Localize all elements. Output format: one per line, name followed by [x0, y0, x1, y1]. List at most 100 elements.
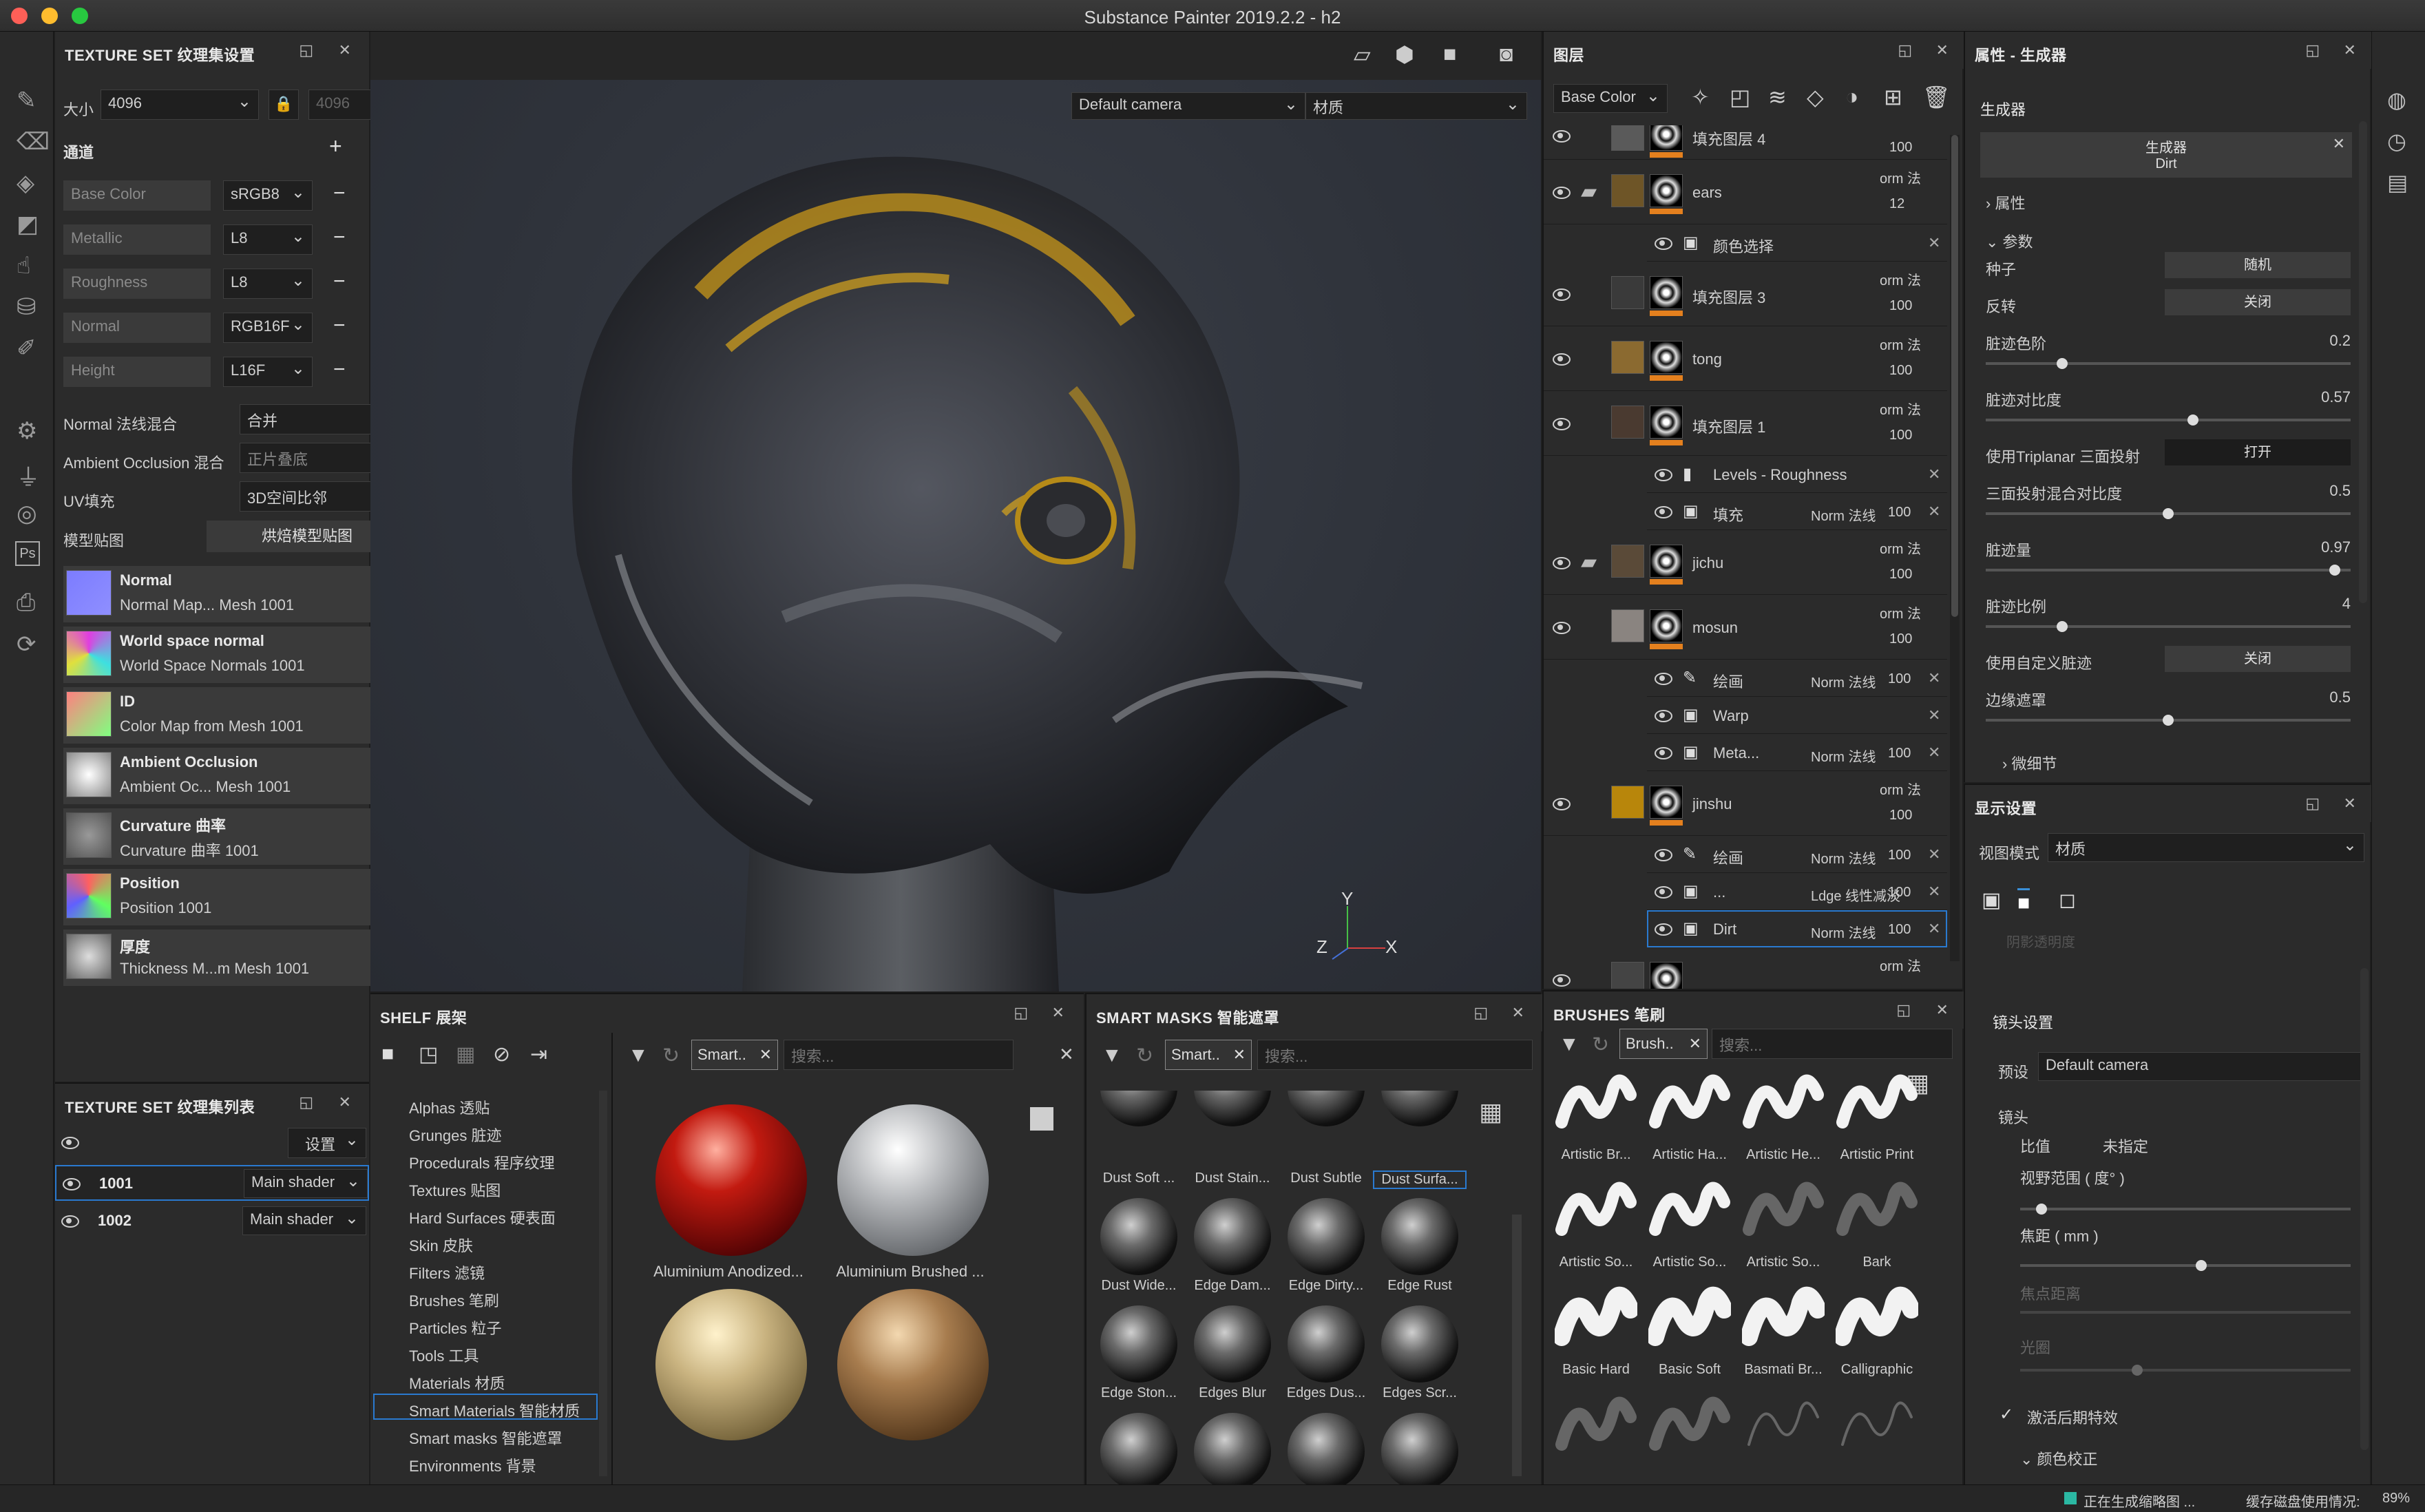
slider-knob[interactable] — [2057, 621, 2068, 632]
layer-blend-mode[interactable]: orm 法 — [1880, 779, 1921, 799]
parameter-button[interactable]: 关闭 — [2165, 646, 2351, 672]
layer-row[interactable]: 填充图层 1 orm 法 100 — [1544, 391, 1947, 456]
parameter-value[interactable]: 0.2 — [2329, 332, 2351, 350]
environment-tab-icon[interactable]: ▣ — [1982, 888, 2001, 912]
close-icon[interactable]: ✕ — [1928, 465, 1940, 483]
brush-stroke-preview[interactable] — [1742, 1282, 1825, 1358]
post-effects-checkbox[interactable]: ✓ — [1999, 1405, 2013, 1425]
smart-mask-preview[interactable] — [1194, 1305, 1271, 1383]
brush-stroke-preview[interactable] — [1742, 1175, 1825, 1250]
paint-brush-icon[interactable]: ✎ — [17, 87, 36, 114]
smart-mask-name[interactable]: Edge Rust — [1373, 1278, 1467, 1294]
smart-masks-search-input[interactable]: 搜索... — [1257, 1040, 1533, 1070]
visibility-eye-icon[interactable] — [1551, 417, 1571, 430]
effect-opacity[interactable]: 100 — [1888, 922, 1911, 938]
remove-channel-icon[interactable]: − — [333, 182, 346, 205]
plugins-icon[interactable]: ⟳ — [17, 631, 36, 658]
brush-name[interactable]: Artistic Ha... — [1643, 1147, 1736, 1163]
focal-length-slider[interactable] — [2020, 1257, 2351, 1275]
shader-select[interactable]: Main shader — [244, 1169, 368, 1198]
brush-stroke-preview[interactable] — [1648, 1067, 1731, 1143]
eraser-icon[interactable]: ⌫ — [17, 128, 50, 156]
remove-channel-icon[interactable]: − — [333, 358, 346, 381]
slider-knob[interactable] — [2057, 358, 2068, 369]
effect-name[interactable]: 颜色选择 — [1713, 235, 1774, 257]
brush-stroke-preview[interactable] — [1648, 1389, 1731, 1465]
effect-name[interactable]: 填充 — [1713, 503, 1743, 525]
database-icon[interactable]: ▦ — [456, 1042, 475, 1067]
filter-icon[interactable]: ▼ — [628, 1044, 649, 1067]
brush-name[interactable]: Bark — [1830, 1254, 1924, 1270]
visibility-eye-icon[interactable] — [1551, 288, 1571, 301]
visibility-eye-icon[interactable] — [1551, 186, 1571, 199]
smart-mask-preview[interactable] — [1100, 1198, 1177, 1275]
visibility-eye-icon[interactable] — [1652, 505, 1673, 518]
refresh-icon[interactable]: ↻ — [662, 1044, 680, 1068]
remove-channel-icon[interactable]: − — [333, 226, 346, 249]
brush-name[interactable]: Calligraphic — [1830, 1362, 1924, 1378]
parameter-value[interactable]: 0.97 — [2321, 538, 2351, 556]
brush-name[interactable]: Artistic So... — [1549, 1254, 1643, 1270]
refresh-icon[interactable]: ↻ — [1592, 1033, 1609, 1057]
resources-icon[interactable]: ⎙ — [17, 589, 35, 616]
brush-name[interactable]: Basmati Br... — [1736, 1362, 1830, 1378]
layer-row[interactable]: ▰ jichu orm 法 100 — [1544, 530, 1947, 595]
parameter-button[interactable]: 随机 — [2165, 252, 2351, 278]
effect-opacity[interactable]: 100 — [1888, 848, 1911, 863]
geometry-mask-icon[interactable]: ◩ — [17, 211, 39, 238]
fov-slider[interactable] — [2020, 1201, 2351, 1219]
camera-preset-field[interactable]: Default camera — [2038, 1052, 2363, 1081]
effect-opacity[interactable]: 100 — [1888, 505, 1911, 521]
layer-blend-mode[interactable]: orm 法 — [1880, 334, 1921, 354]
layer-effect-row[interactable]: ✎ 绘画 Norm 法线 100 ✕ — [1647, 660, 1947, 697]
layer-opacity[interactable]: 100 — [1889, 428, 1912, 443]
slider-knob[interactable] — [2036, 1204, 2047, 1215]
remove-channel-icon[interactable]: − — [333, 314, 346, 337]
shelf-category[interactable]: Textures 贴图 — [409, 1179, 501, 1201]
float-panel-icon[interactable]: ◱ — [1472, 1004, 1490, 1022]
visibility-eye-icon[interactable] — [1652, 848, 1673, 861]
add-mask-icon[interactable]: ◑ — [1845, 84, 1858, 109]
channel-name[interactable]: Height — [63, 357, 211, 387]
float-panel-icon[interactable]: ◱ — [2304, 41, 2322, 59]
smart-mask-preview[interactable] — [1288, 1305, 1365, 1383]
smart-mask-name[interactable]: Dust Surfa... — [1373, 1170, 1467, 1189]
brush-stroke-preview[interactable] — [1555, 1067, 1637, 1143]
slider-knob[interactable] — [2163, 508, 2174, 519]
smart-mask-name[interactable]: Edges Blur — [1186, 1385, 1279, 1401]
slider-knob[interactable] — [2329, 565, 2340, 576]
layer-blend-mode[interactable]: orm 法 — [1880, 269, 1921, 289]
layer-effect-row[interactable]: ▮ Levels - Roughness ✕ — [1647, 456, 1947, 493]
material-preview[interactable] — [655, 1104, 807, 1256]
close-icon[interactable]: ✕ — [1928, 744, 1940, 762]
slider-knob[interactable] — [2163, 715, 2174, 726]
smart-mask-name[interactable]: Edges Scr... — [1373, 1385, 1467, 1401]
close-icon[interactable]: ✕ — [2341, 41, 2359, 59]
channel-format-select[interactable]: RGB16F — [223, 313, 313, 343]
layer-opacity[interactable]: 100 — [1889, 298, 1912, 314]
visibility-eye-icon[interactable] — [1652, 709, 1673, 722]
smart-mask-name[interactable]: Edge Ston... — [1092, 1385, 1186, 1401]
layers-scrollbar[interactable] — [1950, 135, 1960, 961]
smart-mask-name[interactable]: Dust Stain... — [1186, 1170, 1279, 1186]
add-folder-icon[interactable]: ⊞ — [1884, 84, 1902, 110]
visibility-eye-icon[interactable] — [1551, 621, 1571, 634]
parameter-value[interactable]: 0.57 — [2321, 388, 2351, 406]
substance-icon[interactable]: ◎ — [17, 500, 37, 527]
brush-name[interactable]: Basic Soft — [1643, 1362, 1736, 1378]
smart-mask-preview[interactable] — [1288, 1198, 1365, 1275]
parameter-button[interactable]: 打开 — [2165, 439, 2351, 465]
smart-mask-name[interactable]: Dust Soft ... — [1092, 1170, 1186, 1186]
brush-name[interactable]: Artistic So... — [1643, 1254, 1736, 1270]
bake-icon[interactable]: ⏚ — [17, 459, 40, 492]
properties-scrollbar[interactable] — [2359, 121, 2367, 603]
shelf-category[interactable]: Tools 工具 — [409, 1344, 479, 1366]
slider-knob[interactable] — [2187, 414, 2198, 426]
texture-set-row[interactable]: 1002 Main shader — [55, 1204, 369, 1239]
effect-name[interactable]: Dirt — [1713, 921, 1736, 938]
channel-name[interactable]: Normal — [63, 313, 211, 343]
texture-set-settings-dropdown[interactable]: 设置 — [288, 1128, 366, 1158]
brush-name[interactable]: Artistic So... — [1736, 1254, 1830, 1270]
visibility-eye-icon[interactable] — [59, 1136, 80, 1149]
smart-mask-preview[interactable] — [1100, 1413, 1177, 1490]
